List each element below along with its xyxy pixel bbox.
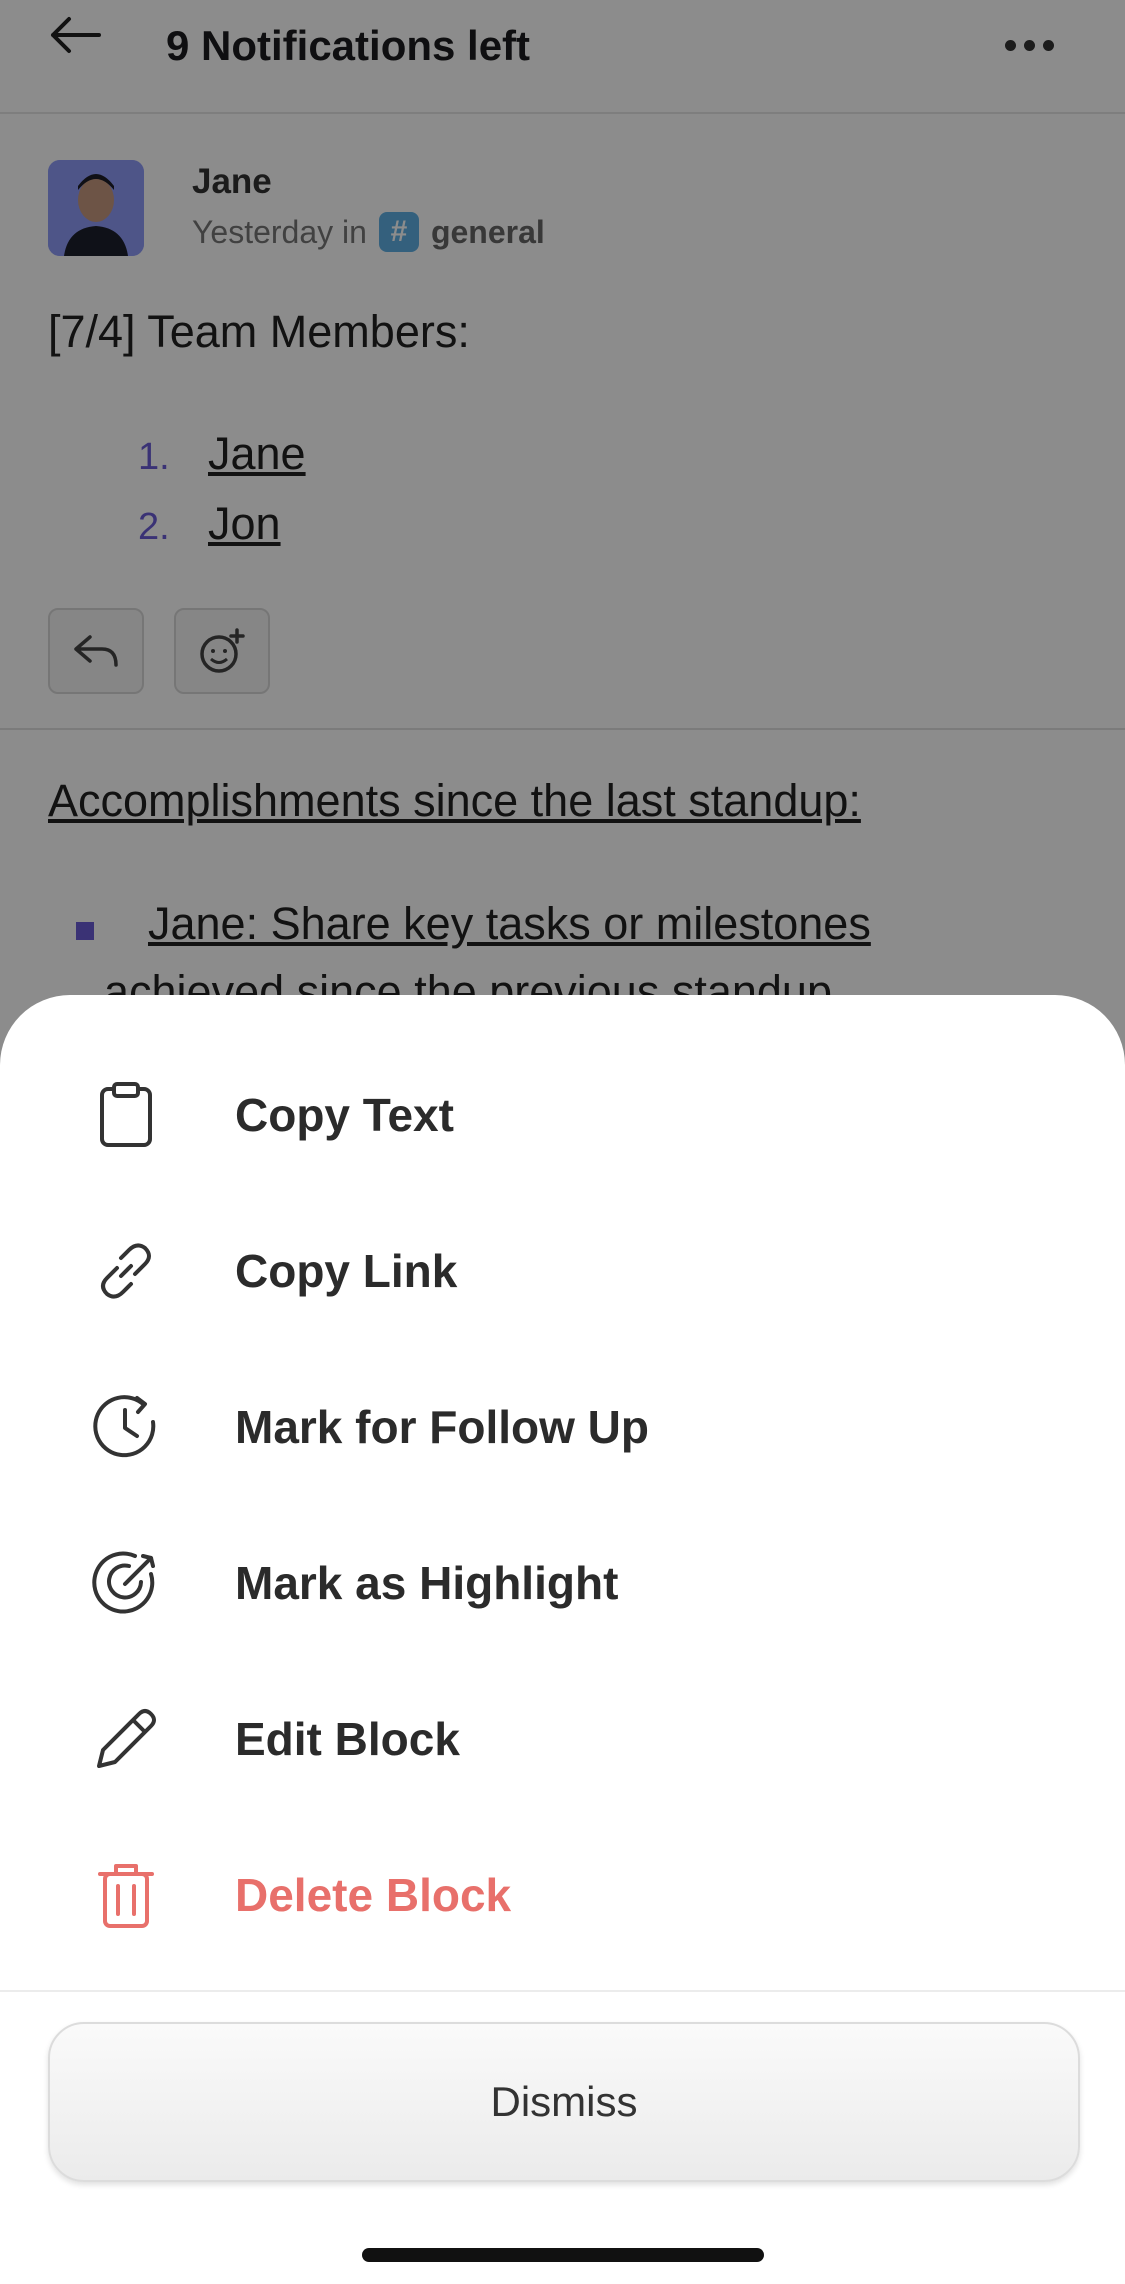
copy-text-option[interactable]: Copy Text <box>0 1037 1125 1193</box>
clipboard-icon <box>88 1077 164 1153</box>
menu-label: Copy Text <box>235 1089 454 1141</box>
menu-label: Edit Block <box>235 1713 460 1765</box>
target-icon <box>88 1545 164 1621</box>
clock-refresh-icon <box>88 1389 164 1465</box>
mark-highlight-option[interactable]: Mark as Highlight <box>0 1505 1125 1661</box>
menu-label: Mark as Highlight <box>235 1557 619 1609</box>
menu-label: Delete Block <box>235 1869 512 1921</box>
dismiss-button[interactable]: Dismiss <box>48 2022 1080 2182</box>
menu-label: Copy Link <box>235 1245 458 1297</box>
link-icon <box>88 1233 164 1309</box>
divider <box>0 1990 1125 1992</box>
trash-icon <box>88 1857 164 1933</box>
home-indicator[interactable] <box>362 2248 764 2262</box>
action-sheet: Copy Text Copy Link Mark for Follow Up M… <box>0 995 1125 2284</box>
pencil-icon <box>88 1701 164 1777</box>
delete-block-option[interactable]: Delete Block <box>0 1817 1125 1973</box>
menu-label: Mark for Follow Up <box>235 1401 649 1453</box>
copy-link-option[interactable]: Copy Link <box>0 1193 1125 1349</box>
mark-follow-up-option[interactable]: Mark for Follow Up <box>0 1349 1125 1505</box>
edit-block-option[interactable]: Edit Block <box>0 1661 1125 1817</box>
